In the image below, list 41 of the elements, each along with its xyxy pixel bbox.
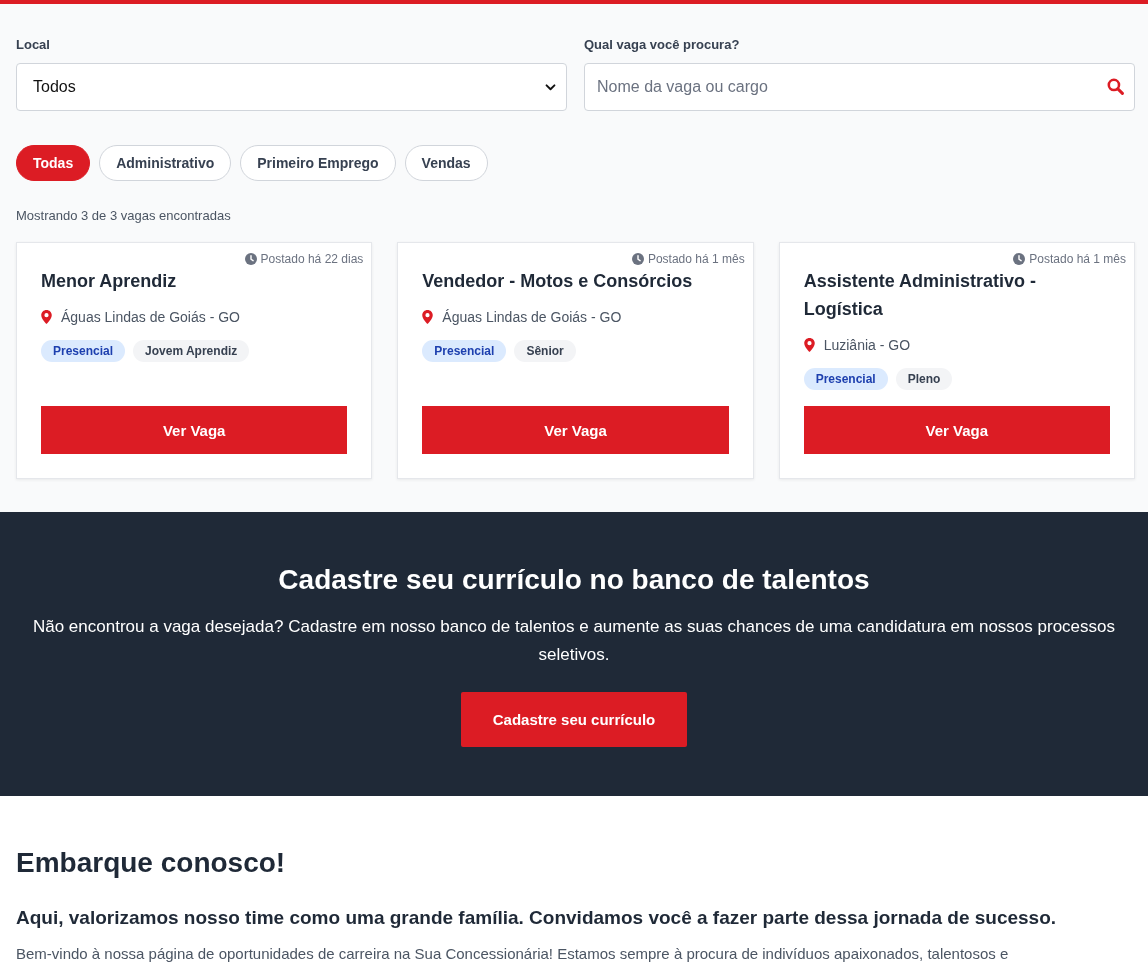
location-label: Local — [16, 36, 50, 54]
clock-icon — [244, 253, 257, 265]
register-resume-button[interactable]: Cadastre seu currículo — [460, 692, 688, 747]
banner-title: Cadastre seu currículo no banco de talentos — [278, 563, 870, 597]
job-location: Águas Lindas de Goiás - GO — [442, 308, 622, 327]
category-filter-chip[interactable]: Administrativo — [99, 145, 232, 181]
search-label: Qual vaga você procura? — [584, 36, 740, 54]
clock-icon — [1013, 253, 1026, 265]
category-filter-chip[interactable]: Primeiro Emprego — [240, 145, 396, 181]
view-job-button[interactable]: Ver Vaga — [422, 406, 729, 454]
clock-icon — [631, 253, 644, 265]
section-subtitle: Aqui, valorizamos nosso time como uma grande família. Convidamos você a fazer parte dessa jornada de sucesso. — [16, 906, 1058, 930]
results-summary: Mostrando 3 de 3 vagas encontradas — [16, 207, 231, 225]
work-mode-tag: Presencial — [41, 340, 126, 362]
job-title: Assistente Administrativo - Logística — [803, 270, 1038, 321]
banner-text: Não encontrou a vaga desejada? Cadastre em nosso banco de talentos e aumente as suas chances de uma candidatura em nossos processos seletivos. — [31, 616, 1117, 666]
seniority-tag: Pleno — [895, 368, 953, 390]
location-select[interactable]: Todos — [16, 63, 567, 111]
posted-date: Postado há 1 mês — [647, 251, 745, 267]
category-filter-chip[interactable]: Vendas — [404, 145, 488, 181]
location-pin-icon — [803, 338, 815, 352]
posted-date: Postado há 1 mês — [1029, 251, 1126, 267]
category-filter-chip[interactable]: Todas — [16, 145, 91, 181]
seniority-tag: Jovem Aprendiz — [133, 340, 250, 362]
posted-date: Postado há 22 dias — [260, 251, 364, 267]
work-mode-tag: Presencial — [803, 368, 888, 390]
job-location: Luziânia - GO — [823, 336, 911, 355]
view-job-button[interactable]: Ver Vaga — [803, 406, 1110, 454]
section-title: Embarque conosco! — [16, 846, 286, 880]
chevron-down-icon — [545, 83, 556, 91]
location-pin-icon — [422, 310, 434, 324]
job-location: Águas Lindas de Goiás - GO — [61, 308, 240, 327]
section-text: Bem-vindo à nossa página de oportunidades de carreira na Sua Concessionária! Estamos sempre à procura de indivíduos apaixonados, talentosos e — [16, 944, 1009, 964]
view-job-button[interactable]: Ver Vaga — [41, 406, 348, 454]
work-mode-tag: Presencial — [422, 340, 507, 362]
location-pin-icon — [41, 310, 52, 324]
job-title: Menor Aprendiz — [41, 270, 178, 293]
job-title: Vendedor - Motos e Consórcios — [422, 270, 694, 293]
search-field[interactable]: Nome da vaga ou cargo — [584, 63, 1135, 111]
seniority-tag: Sênior — [514, 340, 576, 362]
search-icon — [1107, 78, 1124, 95]
